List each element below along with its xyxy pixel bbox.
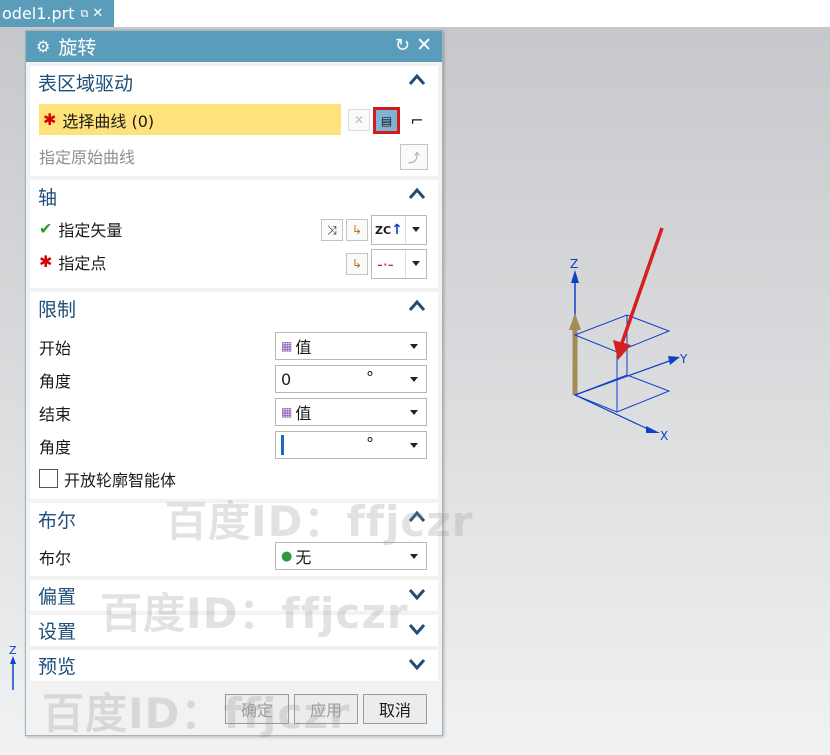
chevron-down-icon[interactable] <box>408 655 426 673</box>
section-limits: 限制 开始 ▦ 值 角度 0 ° 结束 ▦ 值 角度 ° 开放轮廓智能体 <box>30 292 438 499</box>
apply-button[interactable]: 应用 <box>294 694 358 724</box>
vector-dialog-icon[interactable]: ↳ <box>346 219 368 241</box>
section-title: 预览 <box>38 656 77 678</box>
specify-point-label: 指定点 <box>58 253 107 273</box>
specify-vector-label: 指定矢量 <box>58 220 123 240</box>
gear-icon: ⚙ <box>36 37 51 56</box>
specify-original-label: 指定原始曲线 <box>39 147 136 167</box>
chevron-up-icon[interactable] <box>408 71 426 89</box>
open-profile-row: 开放轮廓智能体 <box>30 462 176 495</box>
start-label: 开始 <box>39 338 72 358</box>
reset-icon[interactable]: ↻ <box>395 35 410 56</box>
angle1-unit: ° <box>366 368 374 387</box>
boolean-none-icon: ● <box>281 548 293 564</box>
section-title: 偏置 <box>38 586 77 608</box>
section-surface-region: 表区域驱动 ✱ 选择曲线 (0) ✕ ▤ ⌐ 指定原始曲线 ⤴ <box>30 66 438 176</box>
section-header-preview[interactable]: 预览 <box>30 650 438 681</box>
open-profile-label: 开放轮廓智能体 <box>64 470 177 490</box>
reverse-direction-icon[interactable]: ⤨ <box>321 219 343 241</box>
chevron-up-icon[interactable] <box>408 185 426 203</box>
sketch-section-icon[interactable]: ⌐ <box>403 109 431 131</box>
section-header-boolean[interactable]: 布尔 <box>30 503 438 535</box>
chevron-down-icon[interactable] <box>408 585 426 603</box>
section-axis: 轴 ✔ 指定矢量 ⤨ ↳ ZC ↑ ✱ 指定点 ↳ -·- <box>30 180 438 288</box>
x-axis-line <box>574 394 651 431</box>
section-preview: 预览 <box>30 650 438 681</box>
start-dropdown-value: 值 <box>295 338 312 357</box>
z-axis-label: Z <box>570 257 578 271</box>
vector-type-value: ZC <box>375 223 392 237</box>
value-icon: ▦ <box>281 339 293 353</box>
angle1-value: 0 <box>281 369 292 389</box>
start-row: 开始 <box>30 330 71 363</box>
file-tab-label: odel1.prt <box>2 4 75 23</box>
cancel-button[interactable]: 取消 <box>363 694 427 724</box>
section-offset: 偏置 <box>30 580 438 611</box>
section-title: 设置 <box>38 621 77 643</box>
open-profile-checkbox[interactable] <box>39 469 58 488</box>
file-tab[interactable]: odel1.prt ⧉ ✕ <box>0 0 114 27</box>
vector-type-dropdown[interactable]: ZC ↑ <box>371 215 427 245</box>
end-dropdown-value: 值 <box>295 404 312 423</box>
angle2-unit: ° <box>366 434 374 453</box>
required-icon: ✱ <box>39 252 53 271</box>
section-header-surface[interactable]: 表区域驱动 <box>30 66 438 98</box>
corner-axis-label: Z <box>9 644 17 657</box>
revolve-dialog: ⚙ 旋转 ↻ ✕ 表区域驱动 ✱ 选择曲线 (0) ✕ ▤ ⌐ 指定原始曲线 ⤴… <box>25 30 443 736</box>
x-axis-label: X <box>660 429 668 443</box>
boolean-row: 布尔 <box>30 540 71 573</box>
section-title: 布尔 <box>38 509 77 532</box>
point-dialog-icon[interactable]: ↳ <box>346 253 368 275</box>
end-row: 结束 <box>30 396 71 429</box>
select-curve-label: 选择曲线 (0) <box>62 111 155 131</box>
section-header-offset[interactable]: 偏置 <box>30 580 438 611</box>
start-dropdown[interactable]: ▦ 值 <box>275 332 427 360</box>
section-title: 表区域驱动 <box>38 72 134 95</box>
angle2-row: 角度 <box>30 429 71 462</box>
chevron-down-icon[interactable] <box>408 620 426 638</box>
y-axis-label: Y <box>679 352 688 366</box>
dialog-title: 旋转 <box>58 37 97 59</box>
angle1-label: 角度 <box>39 371 72 391</box>
curve-rule-icon[interactable]: ▤ <box>373 107 400 134</box>
point-type-icon: -·- <box>377 254 394 274</box>
boolean-label: 布尔 <box>39 548 72 568</box>
close-icon[interactable]: ✕ <box>416 34 432 56</box>
point-type-dropdown[interactable]: -·- <box>371 249 427 279</box>
end-dropdown[interactable]: ▦ 值 <box>275 398 427 426</box>
section-boolean: 布尔 布尔 ● 无 <box>30 503 438 576</box>
section-header-settings[interactable]: 设置 <box>30 615 438 646</box>
close-icon[interactable]: ✕ <box>92 6 103 21</box>
value-icon: ▦ <box>281 405 293 419</box>
dialog-title-bar[interactable]: ⚙ 旋转 ↻ ✕ <box>26 31 442 62</box>
checkmark-icon: ✔ <box>39 219 53 238</box>
boolean-dropdown[interactable]: ● 无 <box>275 542 427 570</box>
section-title: 限制 <box>38 298 77 321</box>
clear-selection-icon[interactable]: ✕ <box>348 109 370 131</box>
boolean-dropdown-value: 无 <box>295 548 312 567</box>
original-curve-icon[interactable]: ⤴ <box>400 144 428 170</box>
required-icon: ✱ <box>43 110 57 129</box>
text-cursor <box>281 435 284 455</box>
chevron-up-icon[interactable] <box>408 508 426 526</box>
z-axis-arrow <box>571 270 579 283</box>
section-settings: 设置 <box>30 615 438 646</box>
specify-original-curve-row: 指定原始曲线 <box>30 139 135 172</box>
end-label: 结束 <box>39 404 72 424</box>
ok-button[interactable]: 确定 <box>225 694 289 724</box>
section-header-limits[interactable]: 限制 <box>30 292 438 324</box>
angle1-row: 角度 <box>30 363 71 396</box>
pin-icon[interactable]: ⧉ <box>81 7 89 21</box>
angle2-input[interactable]: ° <box>275 431 427 459</box>
section-header-axis[interactable]: 轴 <box>30 180 438 212</box>
chevron-up-icon[interactable] <box>408 297 426 315</box>
tab-bar: odel1.prt ⧉ ✕ <box>0 0 830 27</box>
angle1-input[interactable]: 0 ° <box>275 365 427 393</box>
select-curve-field[interactable]: ✱ 选择曲线 (0) <box>39 104 341 135</box>
section-title: 轴 <box>38 186 58 209</box>
angle2-label: 角度 <box>39 437 72 457</box>
